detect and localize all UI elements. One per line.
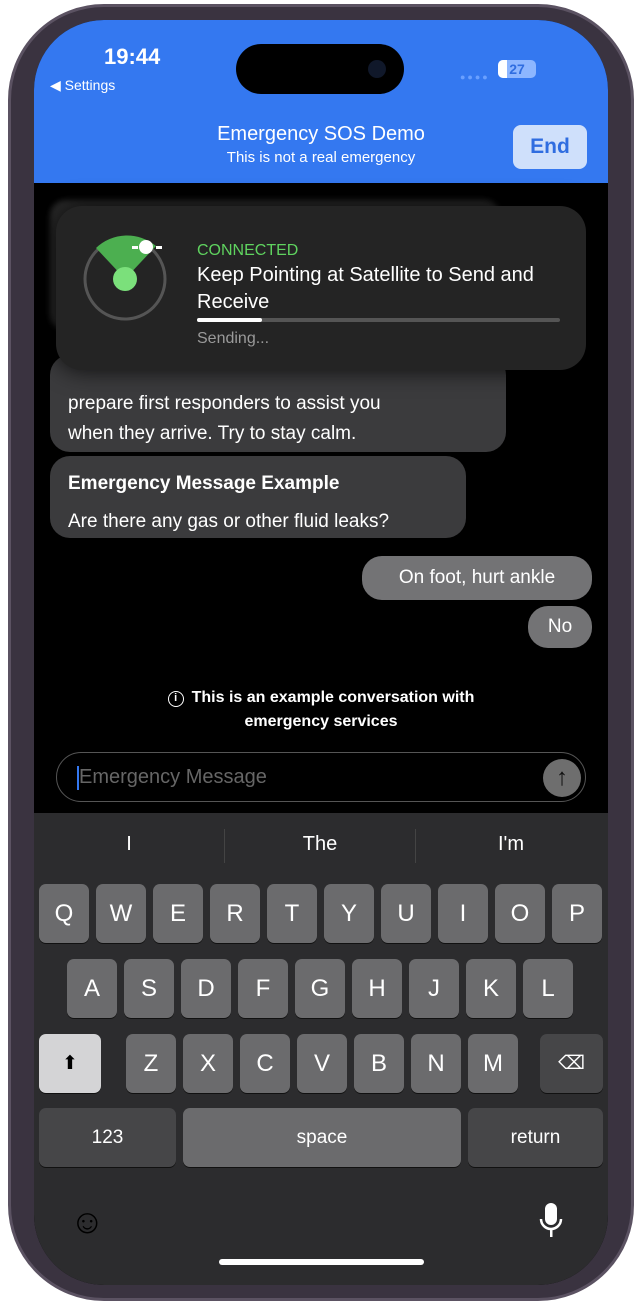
signal-icon: ●●●●	[460, 72, 490, 82]
satellite-banner: CONNECTED Keep Pointing at Satellite to …	[56, 206, 586, 370]
shift-key[interactable]: ⬆	[39, 1034, 101, 1093]
return-key[interactable]: return	[468, 1108, 603, 1167]
key-a[interactable]: A	[67, 959, 117, 1018]
end-button[interactable]: End	[513, 125, 587, 169]
key-r[interactable]: R	[210, 884, 260, 943]
key-g[interactable]: G	[295, 959, 345, 1018]
key-l[interactable]: L	[523, 959, 573, 1018]
sent-message-bubble: On foot, hurt ankle	[362, 556, 592, 600]
message-bubble: Emergency Message Example Are there any …	[50, 456, 466, 538]
back-to-settings[interactable]: ◀ Settings	[50, 77, 115, 94]
key-p[interactable]: P	[552, 884, 602, 943]
microphone-icon[interactable]	[538, 1201, 564, 1241]
key-d[interactable]: D	[181, 959, 231, 1018]
key-c[interactable]: C	[240, 1034, 290, 1093]
key-v[interactable]: V	[297, 1034, 347, 1093]
key-k[interactable]: K	[466, 959, 516, 1018]
key-q[interactable]: Q	[39, 884, 89, 943]
key-f[interactable]: F	[238, 959, 288, 1018]
connection-status: CONNECTED	[197, 242, 299, 259]
progress-fill	[197, 318, 263, 322]
message-line: when they arrive. Try to stay calm.	[68, 423, 357, 444]
key-i[interactable]: I	[438, 884, 488, 943]
status-time: 19:44	[104, 44, 161, 69]
keyboard: I The I'm ⬆ ⌫ 123 space return ☺ QWERTYU…	[34, 813, 608, 1285]
emoji-icon[interactable]: ☺	[70, 1203, 105, 1242]
battery-icon: 27	[498, 60, 536, 78]
suggestion[interactable]: I	[34, 833, 224, 856]
key-t[interactable]: T	[267, 884, 317, 943]
message-text: Are there any gas or other fluid leaks?	[68, 511, 390, 532]
message-input[interactable]: Emergency Message ↑	[56, 752, 586, 802]
message-heading: Emergency Message Example	[68, 473, 340, 494]
space-key[interactable]: space	[183, 1108, 461, 1167]
satellite-radar-icon	[83, 235, 167, 321]
info-icon: i	[167, 691, 184, 707]
suggestion[interactable]: I'm	[416, 833, 606, 856]
key-w[interactable]: W	[96, 884, 146, 943]
home-indicator[interactable]	[219, 1259, 424, 1265]
key-o[interactable]: O	[495, 884, 545, 943]
info-text: This is an example conversation with eme…	[191, 689, 475, 730]
key-x[interactable]: X	[183, 1034, 233, 1093]
suggestion[interactable]: The	[225, 833, 415, 856]
send-arrow-icon[interactable]: ↑	[543, 759, 581, 797]
key-j[interactable]: J	[409, 959, 459, 1018]
key-u[interactable]: U	[381, 884, 431, 943]
delete-key[interactable]: ⌫	[540, 1034, 603, 1093]
key-n[interactable]: N	[411, 1034, 461, 1093]
screen: 19:44 ◀ Settings ●●●● 27 Emergency SOS D…	[34, 20, 608, 1285]
info-note: i This is an example conversation with em…	[34, 686, 608, 734]
numbers-key[interactable]: 123	[39, 1108, 176, 1167]
back-label: Settings	[64, 77, 116, 93]
key-y[interactable]: Y	[324, 884, 374, 943]
input-placeholder: Emergency Message	[79, 766, 267, 788]
message-line: prepare first responders to assist you	[68, 393, 381, 414]
battery-level: 27	[509, 61, 525, 77]
key-s[interactable]: S	[124, 959, 174, 1018]
progress-label: Sending...	[197, 330, 270, 347]
banner-title: Keep Pointing at Satellite to Send and R…	[197, 264, 534, 313]
key-m[interactable]: M	[468, 1034, 518, 1093]
progress-bar	[197, 318, 560, 322]
key-h[interactable]: H	[352, 959, 402, 1018]
key-e[interactable]: E	[153, 884, 203, 943]
key-z[interactable]: Z	[126, 1034, 176, 1093]
camera-icon	[368, 60, 386, 78]
sent-message-bubble: No	[528, 606, 592, 648]
key-b[interactable]: B	[354, 1034, 404, 1093]
